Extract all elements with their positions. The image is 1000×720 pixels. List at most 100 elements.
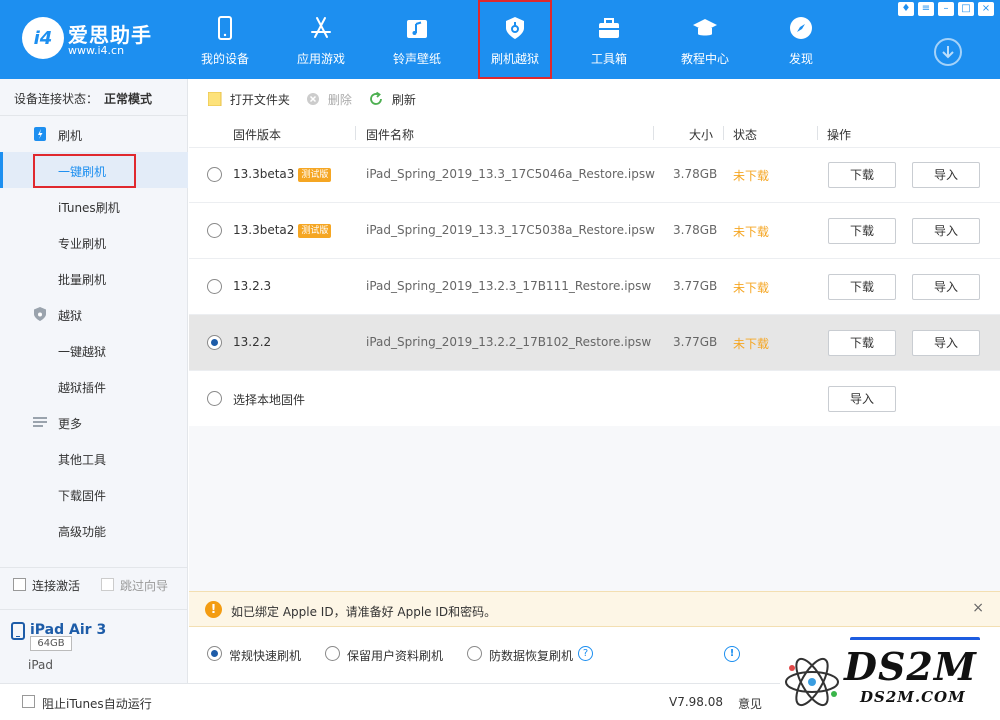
firmware-radio[interactable] (207, 167, 222, 182)
sidebar-item-pro-flash[interactable]: 专业刷机 (58, 235, 106, 252)
download-button[interactable]: 下载 (828, 218, 896, 244)
firmware-name: iPad_Spring_2019_13.3_17C5038a_Restore.i… (366, 223, 655, 237)
sidebar-group-label: 更多 (58, 417, 83, 431)
close-notice-icon[interactable]: × (972, 600, 984, 616)
shirt-icon[interactable]: ♦ (898, 2, 914, 16)
info-icon[interactable]: ! (724, 646, 740, 662)
menu-icon[interactable]: ≡ (918, 2, 934, 16)
nav-label: 刷机越狱 (490, 52, 539, 66)
firmware-radio[interactable] (207, 223, 222, 238)
sidebar: 设备连接状态： 正常模式 刷机 一键刷机 iTunes刷机 专业刷机 批量刷机 越… (0, 79, 188, 717)
version-text: 13.3beta3 (233, 167, 295, 181)
firmware-name: iPad_Spring_2019_13.2.2_17B102_Restore.i… (366, 335, 652, 349)
col-separator (653, 126, 654, 140)
nav-discover[interactable]: 发现 (753, 0, 849, 79)
mode-radio[interactable] (467, 646, 482, 661)
sidebar-item-advanced[interactable]: 高级功能 (58, 523, 106, 540)
firmware-name: iPad_Spring_2019_13.2.3_17B111_Restore.i… (366, 279, 652, 293)
feedback-link[interactable]: 意见 (738, 695, 762, 712)
nav-my-device[interactable]: 我的设备 (177, 0, 273, 79)
import-button[interactable]: 导入 (912, 274, 980, 300)
local-import-button[interactable]: 导入 (828, 386, 896, 412)
col-status: 状态 (733, 128, 758, 142)
nav-label: 教程中心 (680, 52, 729, 66)
firmware-radio-selected[interactable] (207, 335, 222, 350)
nav-toolbox[interactable]: 工具箱 (561, 0, 657, 79)
download-button[interactable]: 下载 (828, 330, 896, 356)
download-button[interactable]: 下载 (828, 162, 896, 188)
local-firmware-radio[interactable] (207, 391, 222, 406)
firmware-version: 13.2.2 (233, 335, 272, 349)
firmware-row-selected[interactable]: 13.2.2 iPad_Spring_2019_13.2.2_17B102_Re… (189, 315, 1000, 371)
mode-label: 防数据恢复刷机 (489, 649, 574, 663)
col-size: 大小 (689, 128, 714, 142)
sidebar-item-other-tools[interactable]: 其他工具 (58, 451, 106, 468)
sidebar-item-download-firmware[interactable]: 下载固件 (58, 487, 106, 504)
active-item-indicator (0, 152, 3, 188)
mode-label: 保留用户资料刷机 (347, 649, 444, 663)
mode-radio[interactable] (207, 646, 222, 661)
nav-ringtones[interactable]: 铃声壁纸 (369, 0, 465, 79)
local-firmware-row[interactable]: 选择本地固件 导入 (189, 371, 1000, 427)
sidebar-item-one-click-jailbreak[interactable]: 一键越狱 (58, 343, 106, 360)
download-manager-icon[interactable] (934, 38, 962, 66)
delete-label: 删除 (327, 93, 352, 107)
app-version: V7.98.08 (669, 695, 724, 709)
delete-button[interactable]: 删除 (306, 91, 352, 108)
firmware-size: 3.77GB (673, 335, 718, 349)
firmware-status: 未下载 (733, 281, 770, 295)
sidebar-item-itunes-flash[interactable]: iTunes刷机 (58, 199, 120, 216)
flash-shield-icon (506, 17, 524, 39)
auto-activate-checkbox[interactable] (13, 578, 26, 591)
version-text: 13.3beta2 (233, 223, 295, 237)
compass-icon (790, 17, 812, 39)
firmware-version: 13.3beta3 测试版 (233, 167, 332, 182)
auto-activate-label: 连接激活 (32, 579, 81, 593)
firmware-row[interactable]: 13.3beta3 测试版 iPad_Spring_2019_13.3_17C50… (189, 147, 1000, 203)
connection-status: 设备连接状态： 正常模式 (14, 90, 152, 107)
firmware-size: 3.77GB (673, 279, 718, 293)
import-button[interactable]: 导入 (912, 330, 980, 356)
firmware-status: 未下载 (733, 225, 770, 239)
nav-label: 铃声壁纸 (392, 52, 441, 66)
divider (0, 567, 187, 568)
mode-radio[interactable] (325, 646, 340, 661)
connection-status-value: 正常模式 (104, 92, 153, 106)
toolbox-icon (599, 18, 619, 38)
firmware-status: 未下载 (733, 337, 770, 351)
nav-label: 我的设备 (200, 52, 249, 66)
nav-apps-games[interactable]: 应用游戏 (273, 0, 369, 79)
close-icon[interactable]: × (978, 2, 994, 16)
nav-flash-jailbreak[interactable]: 刷机越狱 (478, 0, 552, 79)
nav-tutorials[interactable]: 教程中心 (657, 0, 753, 79)
firmware-row[interactable]: 13.2.3 iPad_Spring_2019_13.2.3_17B111_Re… (189, 259, 1000, 315)
toolbar: 打开文件夹 删除 刷新 (189, 79, 1000, 118)
firmware-radio[interactable] (207, 279, 222, 294)
download-button[interactable]: 下载 (828, 274, 896, 300)
firmware-name: iPad_Spring_2019_13.3_17C5046a_Restore.i… (366, 167, 655, 181)
open-folder-button[interactable]: 打开文件夹 (207, 91, 290, 108)
sidebar-item-batch-flash[interactable]: 批量刷机 (58, 271, 106, 288)
sidebar-item-jailbreak-plugins[interactable]: 越狱插件 (58, 379, 106, 396)
device-panel[interactable]: iPad Air 3 64GB iPad (0, 609, 188, 683)
import-button[interactable]: 导入 (912, 218, 980, 244)
minimize-icon[interactable]: – (938, 2, 954, 16)
block-itunes-checkbox[interactable] (22, 695, 35, 708)
tablet-icon (11, 622, 25, 640)
folder-icon (207, 91, 222, 107)
flash-icon (34, 127, 46, 141)
col-name: 固件名称 (366, 128, 415, 142)
skip-guide-checkbox[interactable] (101, 578, 114, 591)
block-itunes-label: 阻止iTunes自动运行 (42, 697, 152, 711)
maximize-icon[interactable]: □ (958, 2, 974, 16)
refresh-icon (370, 91, 382, 105)
firmware-size: 3.78GB (673, 167, 718, 181)
import-button[interactable]: 导入 (912, 162, 980, 188)
help-icon[interactable]: ? (578, 646, 593, 661)
firmware-size: 3.78GB (673, 223, 718, 237)
divider (0, 115, 187, 116)
refresh-button[interactable]: 刷新 (368, 91, 416, 108)
music-icon (407, 20, 427, 38)
firmware-row[interactable]: 13.3beta2 测试版 iPad_Spring_2019_13.3_17C50… (189, 203, 1000, 259)
shield-icon (34, 307, 46, 321)
